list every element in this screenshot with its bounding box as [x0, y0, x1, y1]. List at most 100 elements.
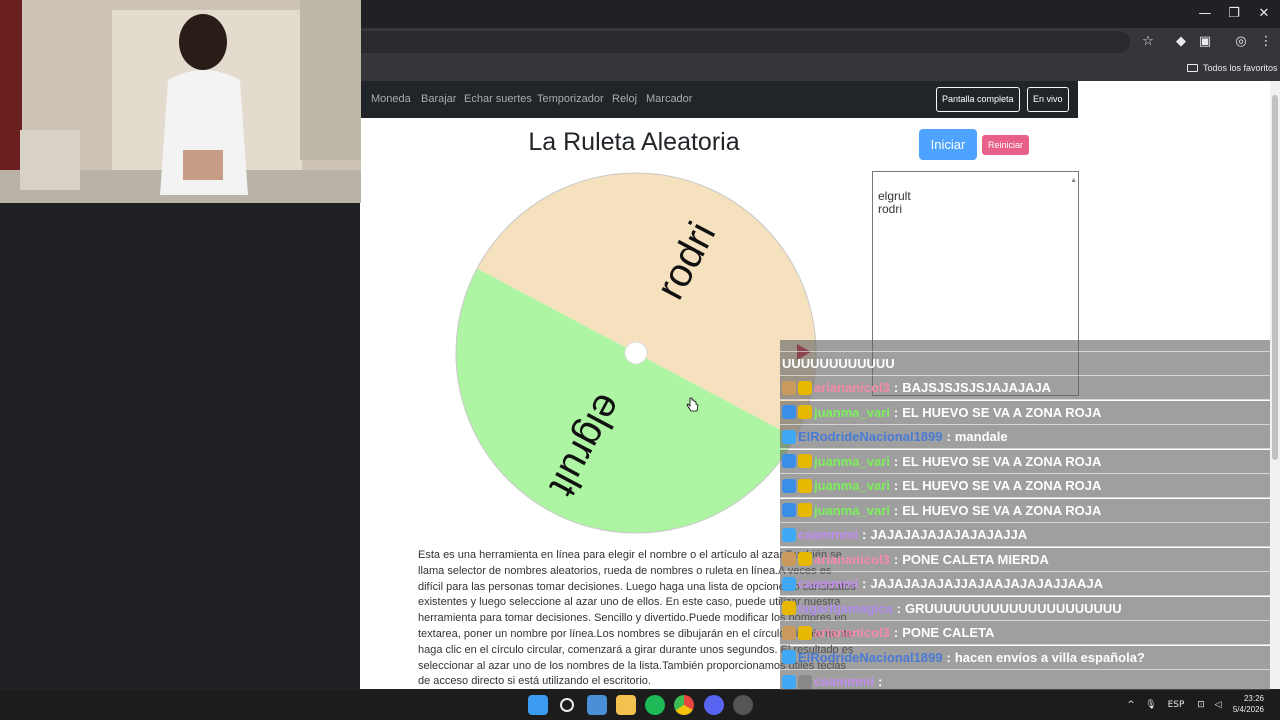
nav-link-reloj[interactable]: Reloj — [612, 81, 637, 118]
language-indicator[interactable]: ESP — [1164, 690, 1188, 720]
kebab-menu-icon[interactable]: ⋮ — [1256, 32, 1276, 52]
chat-username: caammmi — [798, 576, 858, 591]
chat-badge-icon — [798, 625, 812, 640]
chat-message-text: PONE CALETA — [902, 625, 995, 640]
restore-icon[interactable]: ❐ — [1219, 4, 1249, 24]
search-icon[interactable] — [560, 698, 574, 712]
chat-separator: : — [946, 649, 951, 665]
chat-username: caammmi — [798, 527, 858, 542]
chat-separator: : — [946, 429, 951, 444]
chat-badge-icon — [798, 674, 812, 689]
chat-row-continued: UUUUUUUUUUUU — [780, 352, 1270, 376]
close-icon[interactable]: ✕ — [1249, 4, 1279, 24]
chat-username: caammmi — [814, 674, 874, 689]
chat-badge-icon — [798, 552, 812, 566]
minimize-icon[interactable]: — — [1190, 4, 1220, 24]
chat-separator: : — [893, 478, 899, 493]
taskbar-clock[interactable]: 23:26 5/4/2026 — [1228, 693, 1264, 715]
chat-badge-icon — [782, 478, 796, 493]
file-explorer-icon[interactable] — [616, 695, 636, 715]
chat-badge-icon — [798, 454, 812, 468]
chat-row-partial — [780, 340, 1270, 352]
chat-username: ariananicol3 — [814, 625, 890, 640]
chat-message-text: JAJAJAJAJAJAJAJAJJA — [870, 527, 1028, 542]
chat-badge-icon — [782, 503, 796, 517]
chat-username: lagarltjamagica — [798, 600, 893, 616]
star-icon[interactable]: ☆ — [1138, 32, 1158, 52]
chat-separator: : — [893, 551, 899, 567]
puzzle-icon[interactable]: ▣ — [1195, 32, 1215, 52]
chat-badge-icon — [782, 552, 796, 566]
store-icon[interactable] — [587, 695, 607, 715]
chat-username: ElRodrideNacional1899 — [798, 429, 943, 444]
discord-icon[interactable] — [704, 695, 724, 715]
profile-icon[interactable]: ◎ — [1231, 32, 1251, 52]
all-favorites-link[interactable]: Todos los favoritos — [1187, 59, 1278, 77]
chrome-icon[interactable] — [674, 695, 694, 715]
chat-username: juanma_vari — [814, 502, 890, 518]
nav-link-temporizador[interactable]: Temporizador — [537, 81, 604, 118]
microphone-icon[interactable]: 🎙 — [1144, 690, 1158, 720]
volume-icon[interactable]: ◁ — [1211, 690, 1225, 720]
tray-chevron-icon[interactable]: ^ — [1124, 690, 1138, 720]
start-button[interactable]: Iniciar — [919, 129, 977, 160]
names-text: elgrult rodri — [878, 189, 911, 216]
scroll-up-icon[interactable]: ▲ — [1070, 174, 1077, 187]
chat-username: juanma_vari — [814, 404, 890, 420]
chat-username: ariananicol3 — [814, 380, 890, 395]
chat-badge-icon — [798, 503, 812, 517]
chat-badge-icon — [782, 650, 796, 664]
nav-link-moneda[interactable]: Moneda — [371, 81, 411, 118]
chat-row: ElRodrideNacional1899: hacen envíos a vil… — [780, 645, 1270, 670]
chat-message-text: UUUUUUUUUUUU — [782, 356, 895, 371]
site-navbar: Moneda Barajar Echar suertes Temporizado… — [360, 81, 1078, 118]
live-button[interactable]: En vivo — [1027, 87, 1069, 112]
extension-icon[interactable]: ◆ — [1171, 32, 1191, 52]
chat-separator: : — [893, 453, 899, 469]
chat-badge-icon — [798, 380, 812, 395]
chat-row: juanma_vari: EL HUEVO SE VA A ZONA ROJA — [780, 474, 1270, 498]
roulette-wheel[interactable]: rodri elgrult — [455, 172, 817, 534]
clock-time: 23:26 — [1243, 694, 1264, 703]
all-favorites-label: Todos los favoritos — [1203, 63, 1278, 73]
chat-row: caammmi: — [780, 670, 1270, 690]
obs-icon[interactable] — [733, 695, 753, 715]
chat-badge-icon — [782, 674, 796, 689]
folder-icon — [1187, 64, 1198, 72]
chat-separator: : — [861, 576, 867, 591]
chat-separator: : — [877, 674, 883, 689]
chat-row: lagarltjamagica: GRUUUUUUUUUUUUUUUUUUUUU — [780, 596, 1270, 621]
nav-link-barajar[interactable]: Barajar — [421, 81, 456, 118]
nav-link-marcador[interactable]: Marcador — [646, 81, 692, 118]
chat-badge-icon — [782, 576, 796, 591]
chat-row: ariananicol3: BAJSJSJSJSJAJAJAJA — [780, 376, 1270, 400]
bookmarks-bar — [360, 56, 1280, 81]
chat-row: ariananicol3: PONE CALETA MIERDA — [780, 547, 1270, 572]
chat-separator: : — [893, 625, 899, 640]
spotify-icon[interactable] — [645, 695, 665, 715]
chat-row: caammmi: JAJAJAJAJAJAJAJAJJA — [780, 523, 1270, 547]
network-icon[interactable]: ⊡ — [1194, 690, 1208, 720]
fullscreen-button[interactable]: Pantalla completa — [936, 87, 1020, 112]
address-field[interactable] — [360, 31, 1130, 53]
chat-message-text: EL HUEVO SE VA A ZONA ROJA — [902, 502, 1102, 518]
chat-username: juanma_vari — [814, 478, 890, 493]
reset-button[interactable]: Reiniciar — [982, 135, 1029, 155]
clock-date: 5/4/2026 — [1232, 705, 1264, 714]
chat-message-text: EL HUEVO SE VA A ZONA ROJA — [902, 453, 1102, 469]
chat-badge-icon — [782, 527, 796, 542]
webcam-overlay — [0, 0, 361, 203]
chat-badge-icon — [782, 380, 796, 395]
chat-username: ElRodrideNacional1899 — [798, 649, 943, 665]
page-scrollbar-thumb[interactable] — [1272, 95, 1278, 460]
nav-link-echar-suertes[interactable]: Echar suertes — [464, 81, 532, 118]
chat-username: ariananicol3 — [814, 551, 890, 567]
chat-message-text: JAJAJAJAJAJJAJAAJAJAJAJJAAJA — [870, 576, 1103, 591]
chat-badge-icon — [798, 478, 812, 493]
hand-cursor-icon — [686, 397, 699, 412]
windows-start-icon[interactable] — [528, 695, 548, 715]
chat-message-text: mandale — [954, 429, 1008, 444]
chat-separator: : — [861, 527, 867, 542]
chat-badge-icon — [782, 601, 796, 615]
stream-chat-overlay: UUUUUUUUUUUU ariananicol3: BAJSJSJSJSJAJA… — [780, 340, 1270, 690]
